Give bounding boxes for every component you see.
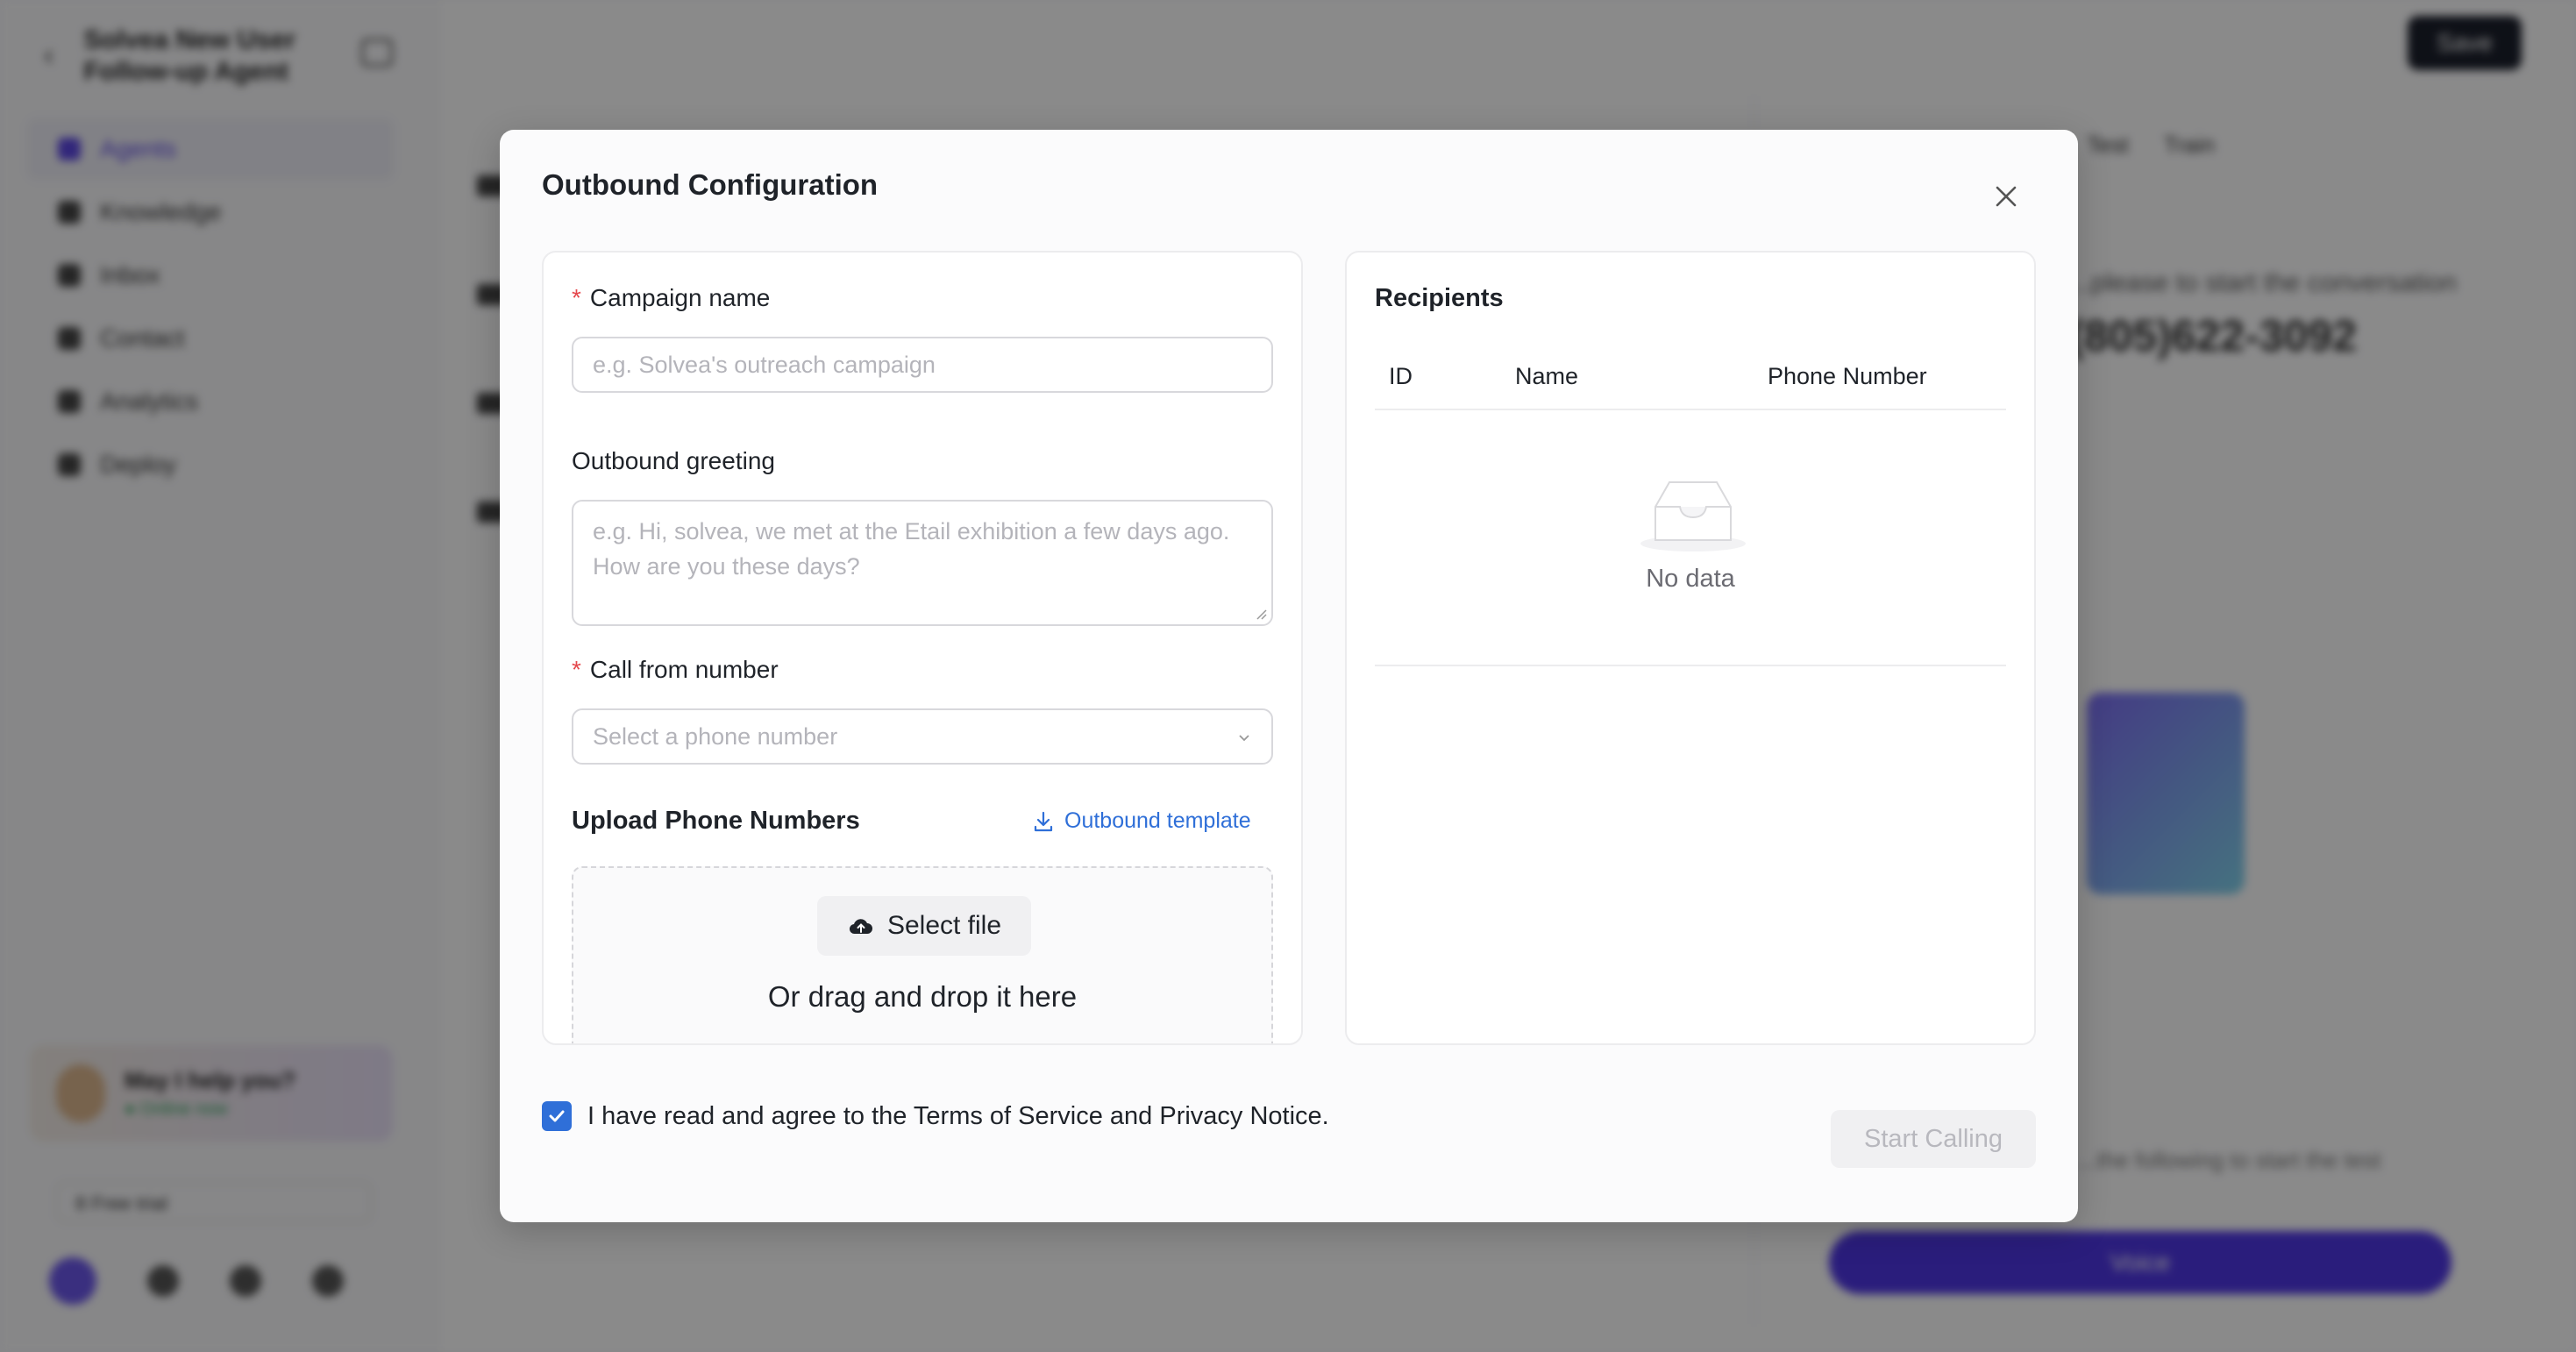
modal-title: Outbound Configuration (542, 168, 879, 201)
terms-text: I have read and agree to the Terms of Se… (587, 1101, 1329, 1130)
greeting-label: Outbound greeting (572, 447, 775, 474)
drag-drop-text: Or drag and drop it here (767, 980, 1078, 1013)
call-from-label: * Call from number (572, 656, 779, 683)
recipients-panel: Recipients ID Name Phone Number No data (1345, 251, 2036, 1045)
column-header-name: Name (1515, 363, 1579, 389)
download-icon (1034, 811, 1053, 831)
greeting-textarea[interactable]: e.g. Hi, solvea, we met at the Etail exh… (572, 500, 1273, 626)
close-icon[interactable] (1990, 181, 2022, 212)
table-divider (1375, 665, 2006, 666)
call-from-placeholder: Select a phone number (593, 723, 838, 750)
config-form-panel: * Campaign name e.g. Solvea's outreach ca… (542, 251, 1303, 1045)
resize-grip-icon[interactable] (1256, 608, 1268, 621)
chevron-down-icon (1239, 735, 1249, 742)
check-icon (549, 1110, 565, 1122)
terms-agreement: I have read and agree to the Terms of Se… (542, 1101, 1329, 1131)
select-file-button[interactable]: Select file (817, 896, 1031, 956)
file-dropzone[interactable]: Select file Or drag and drop it here (572, 866, 1273, 1043)
empty-state-text: No data (1646, 565, 1735, 593)
campaign-name-label: * Campaign name (572, 284, 771, 311)
recipients-title: Recipients (1375, 284, 1504, 312)
required-mark: * (572, 284, 581, 311)
recipients-table-header: ID Name Phone Number (1375, 347, 2006, 410)
outbound-template-link[interactable]: Outbound template (1031, 808, 1251, 834)
required-mark: * (572, 656, 581, 683)
template-link-label: Outbound template (1064, 808, 1251, 833)
outbound-config-modal: Outbound Configuration * Campaign name e.… (500, 130, 2078, 1222)
column-header-id: ID (1389, 363, 1413, 389)
empty-inbox-icon (1640, 481, 1746, 551)
campaign-name-input[interactable]: e.g. Solvea's outreach campaign (572, 337, 1273, 393)
call-from-select[interactable]: Select a phone number (572, 708, 1273, 765)
select-file-label: Select file (886, 911, 1002, 940)
column-header-phone: Phone Number (1768, 363, 1927, 389)
cloud-upload-icon (849, 919, 872, 935)
start-calling-button[interactable]: Start Calling (1831, 1110, 2036, 1168)
greeting-placeholder: e.g. Hi, solvea, we met at the Etail exh… (593, 518, 1230, 580)
upload-title: Upload Phone Numbers (572, 807, 860, 835)
terms-checkbox[interactable] (542, 1101, 572, 1131)
